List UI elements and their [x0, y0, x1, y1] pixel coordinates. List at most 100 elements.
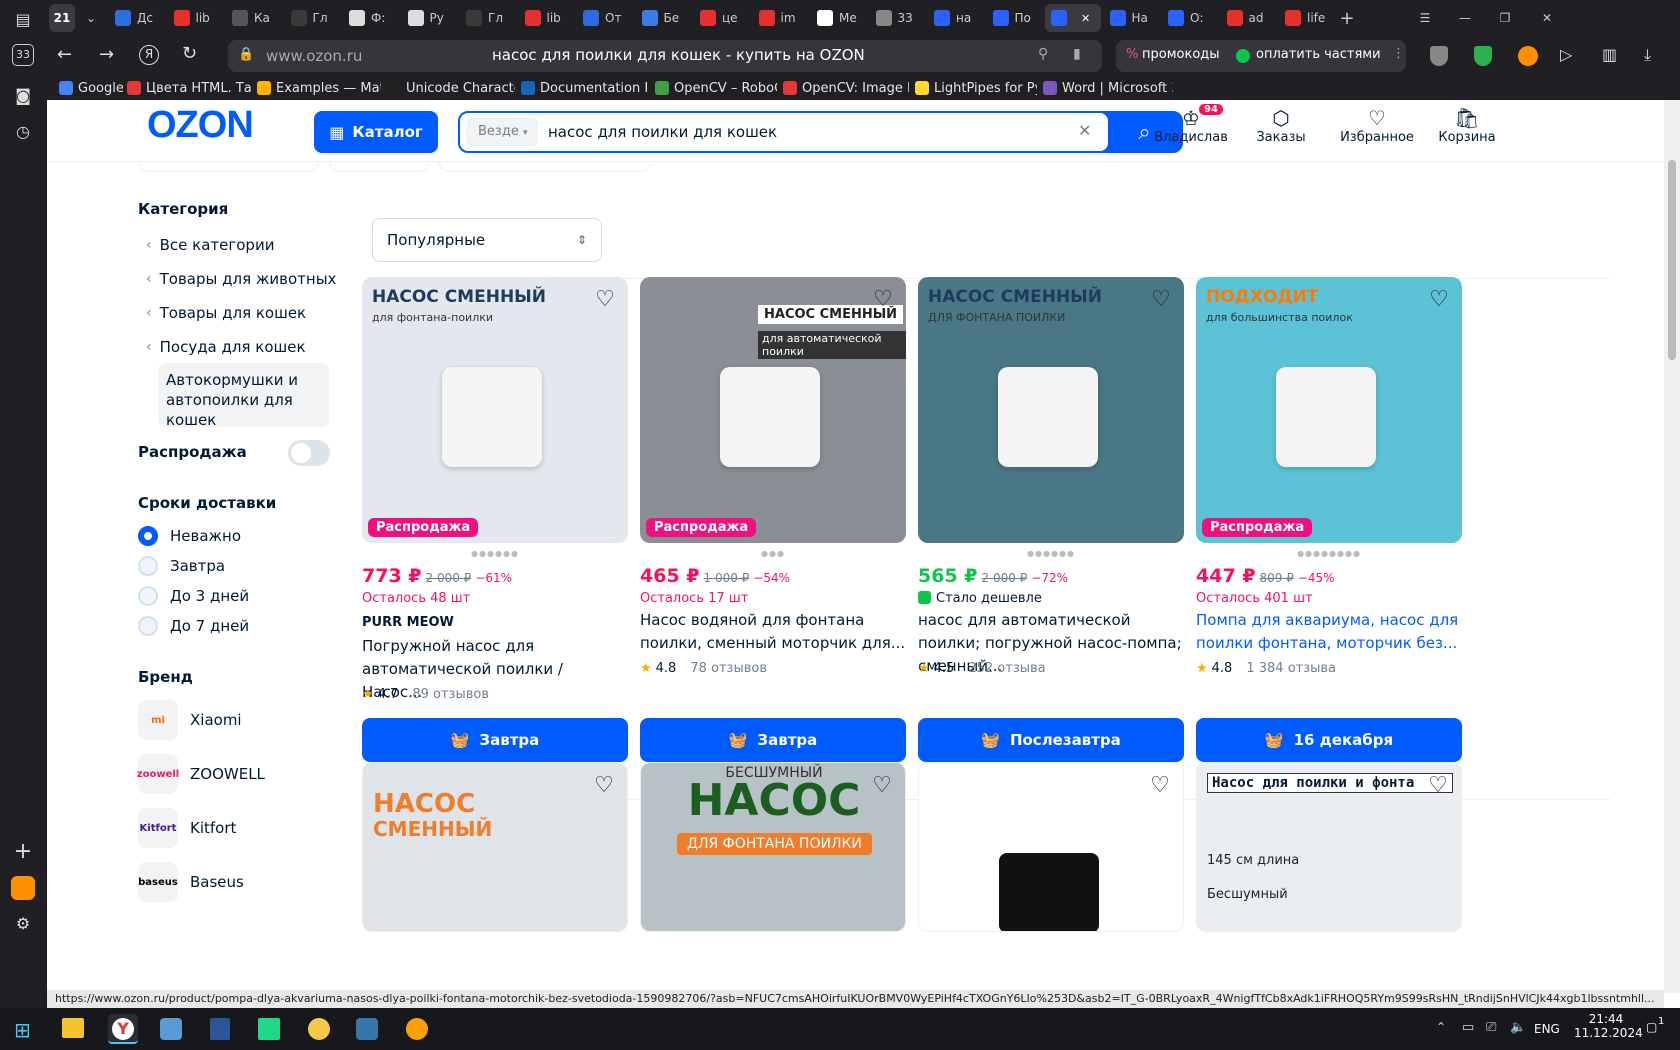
delivery-option[interactable]: Неважно	[138, 526, 241, 546]
notifications-icon[interactable]: ▢	[1646, 1020, 1657, 1034]
language-indicator[interactable]: ENG	[1534, 1022, 1560, 1036]
browser-tab[interactable]: Бе	[636, 4, 690, 32]
yandex-icon[interactable]: Я	[139, 45, 159, 65]
reader-icon[interactable]: ▥	[1602, 45, 1617, 64]
extension-icon[interactable]	[1518, 46, 1538, 66]
browser-tab[interactable]: Ка	[226, 4, 280, 32]
add-to-cart-button[interactable]: 🧺 16 декабря	[1196, 718, 1462, 762]
browser-tab[interactable]: lib	[519, 4, 573, 32]
back-icon[interactable]: ←	[57, 44, 72, 65]
brand-option[interactable]: baseus Baseus	[138, 862, 244, 902]
bookmark-item[interactable]: Word | Microsoft 3	[1043, 79, 1173, 97]
tab-list-chevron-icon[interactable]: ⌄	[79, 4, 103, 32]
restore-icon[interactable]: ❐	[1493, 4, 1517, 32]
category-link[interactable]: ‹ Все категории	[146, 236, 274, 254]
category-link[interactable]: ‹ Посуда для кошек	[146, 338, 306, 356]
video-icon[interactable]: ▷	[1560, 45, 1572, 64]
browser-tab[interactable]: ✕	[1045, 4, 1101, 32]
sidebar-settings-icon[interactable]: ⚙	[11, 912, 35, 936]
category-link[interactable]: ‹ Товары для животных	[146, 270, 336, 288]
yandex-browser-taskbar-icon[interactable]: Y	[108, 1014, 138, 1044]
close-window-icon[interactable]: ✕	[1535, 4, 1559, 32]
reviews-count[interactable]: 78 отзывов	[690, 661, 767, 676]
product-card[interactable]: НАСОС СМЕННЫЙ для фонтана-поилки ♡ Распрода…	[362, 277, 628, 777]
counter-badge[interactable]: 33	[12, 44, 34, 66]
bookmark-item[interactable]: Examples — Matpl	[257, 79, 381, 97]
bookmark-icon[interactable]: ▮	[1073, 46, 1081, 62]
add-to-cart-button[interactable]: 🧺 Послезавтра	[918, 718, 1184, 762]
camera-icon[interactable]: ◙	[11, 84, 35, 108]
explorer-icon[interactable]	[62, 1018, 84, 1038]
search-scope-select[interactable]: Везде ▾	[466, 118, 538, 146]
product-image[interactable]: НАСОС СМЕННЫЙ для фонтана-поилки ♡ Распрода…	[362, 277, 628, 543]
bookmark-item[interactable]: Documentation Int	[521, 79, 649, 97]
category-link[interactable]: ‹ Товары для кошек	[146, 304, 306, 322]
current-category[interactable]: Автокормушки и автопоилки для кошек	[158, 363, 329, 429]
browser-tab[interactable]: На	[1104, 4, 1158, 32]
add-to-cart-button[interactable]: 🧺 Завтра	[362, 718, 628, 762]
browser-tab[interactable]: Гл	[285, 4, 339, 32]
tray-chevron-icon[interactable]: ⌃	[1436, 1020, 1446, 1034]
product-image[interactable]: НАСОС СМЕННЫЙ для автоматической поилки ♡ Р…	[640, 277, 906, 543]
download-icon[interactable]: ⤓	[1644, 45, 1651, 65]
favorite-heart-icon[interactable]: ♡	[1425, 773, 1451, 799]
cart-link[interactable]: 🛍 Корзина	[1427, 106, 1507, 145]
product-image[interactable]: БЕСШУМНЫЙ НАСОС ДЛЯ ФОНТАНА ПОИЛКИ ♡	[640, 762, 906, 932]
forward-icon[interactable]: →	[99, 44, 114, 65]
favorite-heart-icon[interactable]: ♡	[869, 773, 895, 799]
browser-tab[interactable]: Ме	[811, 4, 865, 32]
new-tab-button[interactable]: +	[1335, 4, 1359, 32]
delivery-option[interactable]: Завтра	[138, 556, 225, 576]
app-icon[interactable]	[160, 1018, 182, 1040]
history-clock-icon[interactable]: ◷	[11, 120, 35, 144]
location-icon[interactable]: ⚲	[1038, 46, 1048, 62]
browser-tab[interactable]: на	[928, 4, 982, 32]
product-image[interactable]: НАСОС СМЕННЫЙ ♡	[362, 762, 628, 932]
radio-button[interactable]	[138, 616, 158, 636]
shield-icon[interactable]	[1430, 46, 1448, 66]
browser-tab[interactable]: Дс	[109, 4, 163, 32]
browser-tab[interactable]: По	[987, 4, 1041, 32]
favorite-heart-icon[interactable]: ♡	[591, 773, 617, 799]
favorite-heart-icon[interactable]: ♡	[870, 287, 896, 313]
product-image[interactable]: ♡	[918, 762, 1184, 932]
reviews-count[interactable]: 1 384 отзыва	[1246, 661, 1336, 676]
browser-tab[interactable]: ad	[1221, 4, 1275, 32]
windows-start-icon[interactable]: ⊞	[14, 1018, 31, 1042]
brand-option[interactable]: Kitfort Kitfort	[138, 808, 236, 848]
product-card[interactable]: НАСОС СМЕННЫЙ для автоматической поилки ♡ Р…	[640, 277, 906, 777]
product-title[interactable]: Помпа для аквариума, насос для поилки фо…	[1196, 609, 1462, 655]
tab-close-icon[interactable]: ✕	[1081, 12, 1090, 25]
network-icon[interactable]: ⎚	[1486, 1020, 1496, 1035]
pycharm-icon[interactable]	[258, 1018, 280, 1040]
settings-app-icon[interactable]	[406, 1018, 428, 1040]
orders-link[interactable]: ⬡ Заказы	[1241, 106, 1321, 145]
product-image[interactable]: Насос для поилки и фонта 145 см длина Бесш…	[1196, 762, 1462, 932]
browser-tab[interactable]: це	[694, 4, 748, 32]
minimize-icon[interactable]: —	[1453, 4, 1477, 32]
brand-option[interactable]: mi Xiaomi	[138, 700, 242, 740]
menu-icon[interactable]: ☰	[1413, 4, 1437, 32]
ozon-logo[interactable]: OZON	[147, 104, 254, 147]
favorite-heart-icon[interactable]: ♡	[1147, 773, 1173, 799]
radio-button[interactable]	[138, 586, 158, 606]
brand-option[interactable]: zoowell ZOOWELL	[137, 754, 265, 794]
browser-tab[interactable]: life	[1279, 4, 1333, 32]
product-card[interactable]: ПОДХОДИТ для большинства поилок ♡ Распродаж…	[1196, 277, 1462, 777]
browser-tab[interactable]: Гл	[460, 4, 514, 32]
browser-tab[interactable]: 33	[870, 4, 924, 32]
search-input[interactable]	[540, 117, 1060, 147]
bookmark-item[interactable]: OpenCV – RoboCr	[655, 79, 777, 97]
catalog-button[interactable]: ▦ Каталог	[314, 111, 438, 153]
tabs-panel-icon[interactable]: ▤	[11, 8, 35, 32]
browser-tab[interactable]: lib	[168, 4, 222, 32]
clear-search-icon[interactable]: ✕	[1078, 121, 1091, 140]
tray-monitor-icon[interactable]: ▭	[1462, 1020, 1474, 1035]
favorite-heart-icon[interactable]: ♡	[592, 287, 618, 313]
browser-tab[interactable]: im	[753, 4, 807, 32]
scroll-thumb[interactable]	[1668, 160, 1676, 360]
bookmark-item[interactable]: Unicode Character	[387, 79, 515, 97]
more-icon[interactable]: ⋮	[1392, 46, 1405, 61]
product-image[interactable]: НАСОС СМЕННЫЙ ДЛЯ ФОНТАНА ПОИЛКИ ♡	[918, 277, 1184, 543]
radio-button[interactable]	[138, 556, 158, 576]
